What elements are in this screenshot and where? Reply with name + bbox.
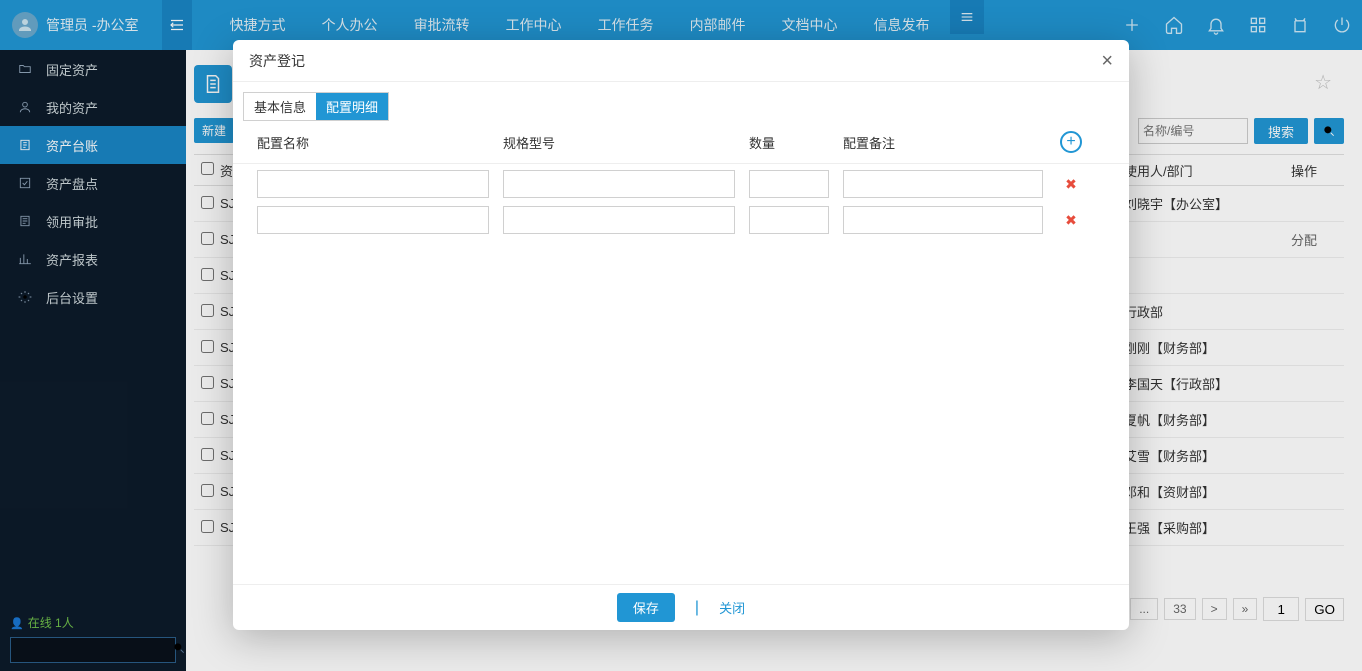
tab-config-detail[interactable]: 配置明细: [316, 93, 388, 120]
spec-input[interactable]: [503, 206, 735, 234]
gh-spec: 规格型号: [503, 133, 749, 152]
modal-tabs: 基本信息 配置明细: [233, 82, 1129, 121]
tab-basic-info[interactable]: 基本信息: [244, 93, 316, 120]
gh-qty: 数量: [749, 133, 843, 152]
config-name-input[interactable]: [257, 206, 489, 234]
note-input[interactable]: [843, 170, 1043, 198]
detail-row: ✖: [257, 206, 1109, 234]
close-icon[interactable]: ×: [1101, 51, 1113, 71]
delete-row-icon[interactable]: ✖: [1057, 212, 1085, 229]
modal-title: 资产登记: [249, 51, 305, 71]
save-button[interactable]: 保存: [617, 593, 675, 622]
footer-divider: |: [695, 599, 699, 617]
gh-note: 配置备注: [843, 133, 1057, 152]
qty-input[interactable]: [749, 170, 829, 198]
note-input[interactable]: [843, 206, 1043, 234]
close-button[interactable]: 关闭: [719, 598, 745, 617]
asset-register-modal: 资产登记 × 基本信息 配置明细 配置名称 规格型号 数量 配置备注 + ✖✖ …: [233, 40, 1129, 630]
detail-grid-body: ✖✖: [233, 164, 1129, 234]
delete-row-icon[interactable]: ✖: [1057, 176, 1085, 193]
detail-row: ✖: [257, 170, 1109, 198]
modal-overlay: 资产登记 × 基本信息 配置明细 配置名称 规格型号 数量 配置备注 + ✖✖ …: [0, 0, 1362, 671]
config-name-input[interactable]: [257, 170, 489, 198]
add-row-button[interactable]: +: [1060, 131, 1082, 153]
modal-header: 资产登记 ×: [233, 40, 1129, 82]
gh-config-name: 配置名称: [257, 133, 503, 152]
spec-input[interactable]: [503, 170, 735, 198]
qty-input[interactable]: [749, 206, 829, 234]
detail-grid-head: 配置名称 规格型号 数量 配置备注 +: [233, 121, 1129, 164]
modal-footer: 保存 | 关闭: [233, 584, 1129, 630]
